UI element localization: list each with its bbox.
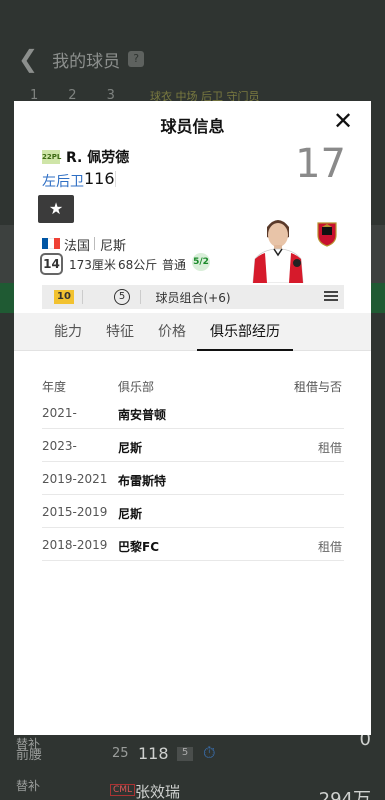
modal-title: 球员信息 bbox=[160, 117, 225, 136]
player-height: 173厘米 bbox=[69, 258, 116, 272]
age-badge: 14 bbox=[40, 253, 63, 275]
bg-row-badge: 5 bbox=[177, 747, 193, 761]
bg-player-row[interactable]: 替补 CML 张效瑞 294万 bbox=[0, 777, 385, 800]
table-row: 2023- 尼斯 租借 bbox=[42, 429, 344, 462]
row-club: 巴黎FC bbox=[118, 540, 160, 554]
table-row: 2021- 南安普顿 bbox=[42, 396, 344, 429]
row-year: 2018-2019 bbox=[42, 538, 108, 552]
tab-club-history[interactable]: 俱乐部经历 bbox=[210, 313, 280, 351]
tab-price[interactable]: 价格 bbox=[158, 313, 186, 351]
tab-traits[interactable]: 特征 bbox=[106, 313, 134, 351]
player-info-modal: 球员信息 ✕ 22PL R. 佩劳德 左后卫 116 17 ★ 法国 尼斯 14… bbox=[14, 101, 371, 735]
chem-text: 球员组合(+6) bbox=[155, 291, 231, 305]
header-year: 年度 bbox=[42, 380, 67, 394]
player-weight: 68公斤 bbox=[118, 258, 158, 272]
bg-header: ❮ 我的球员 ? bbox=[0, 36, 385, 82]
bg-row-name: 张效瑞 bbox=[135, 783, 181, 800]
jersey-number: 17 bbox=[295, 141, 346, 187]
timer-icon: ⏱ bbox=[203, 743, 216, 762]
tab-bar: 能力 特征 价格 俱乐部经历 bbox=[14, 313, 371, 351]
player-position: 左后卫 bbox=[42, 174, 84, 190]
header-loan: 租借与否 bbox=[293, 380, 342, 394]
table-row: 2019-2021 布雷斯特 bbox=[42, 462, 344, 495]
player-body-type: 普通 bbox=[162, 258, 187, 272]
row-club: 尼斯 bbox=[118, 507, 143, 521]
tab-ability[interactable]: 能力 bbox=[54, 313, 82, 351]
row-club: 布雷斯特 bbox=[118, 474, 167, 488]
france-flag-icon bbox=[42, 238, 60, 249]
row-loan: 租借 bbox=[317, 540, 342, 554]
row-year: 2023- bbox=[42, 439, 77, 453]
bg-row-tag: CML bbox=[110, 784, 136, 796]
club-history-table: 年度 俱乐部 租借与否 2021- 南安普顿 2023- 尼斯 租借 2019-… bbox=[42, 374, 344, 561]
row-club: 尼斯 bbox=[118, 441, 143, 455]
menu-icon[interactable] bbox=[324, 289, 338, 303]
row-year: 2015-2019 bbox=[42, 505, 108, 519]
active-tab-indicator bbox=[197, 349, 293, 351]
player-name: R. 佩劳德 bbox=[66, 150, 130, 166]
row-club: 南安普顿 bbox=[118, 408, 167, 422]
bg-row-value: 294万 bbox=[318, 789, 371, 800]
foot-icon: 5/2 bbox=[192, 253, 210, 271]
table-row: 2018-2019 巴黎FC 租借 bbox=[42, 528, 344, 561]
bg-row-rating: 118 bbox=[138, 744, 169, 763]
bg-row-label: 替补 bbox=[16, 779, 41, 793]
club-logo-icon bbox=[317, 222, 337, 247]
help-icon[interactable]: ? bbox=[128, 51, 145, 67]
row-loan: 租借 bbox=[317, 441, 342, 455]
player-photo bbox=[247, 209, 309, 283]
bg-row-age: 25 bbox=[112, 746, 129, 761]
league-badge: 22PL bbox=[42, 150, 61, 164]
row-year: 2019-2021 bbox=[42, 472, 108, 486]
divider bbox=[115, 171, 116, 187]
bg-row-position: 前腰 bbox=[16, 748, 43, 763]
back-arrow-icon[interactable]: ❮ bbox=[18, 45, 38, 73]
player-nation: 法国 bbox=[64, 239, 91, 254]
close-icon[interactable]: ✕ bbox=[329, 107, 357, 135]
star-icon: ★ bbox=[48, 199, 64, 218]
table-row: 2015-2019 尼斯 bbox=[42, 495, 344, 528]
bg-page-title: 我的球员 bbox=[52, 51, 121, 72]
bg-player-row[interactable]: 替补 前腰 25 118 5 ⏱ 0 bbox=[0, 729, 385, 777]
row-year: 2021- bbox=[42, 406, 77, 420]
divider bbox=[94, 237, 95, 250]
favorite-star-button[interactable]: ★ bbox=[38, 195, 74, 223]
chemistry-bar[interactable]: 10 5 球员组合(+6) bbox=[42, 285, 344, 309]
player-rating: 116 bbox=[84, 169, 115, 188]
player-club: 尼斯 bbox=[100, 239, 127, 254]
header-club: 俱乐部 bbox=[118, 380, 155, 394]
table-header: 年度 俱乐部 租借与否 bbox=[42, 374, 344, 396]
